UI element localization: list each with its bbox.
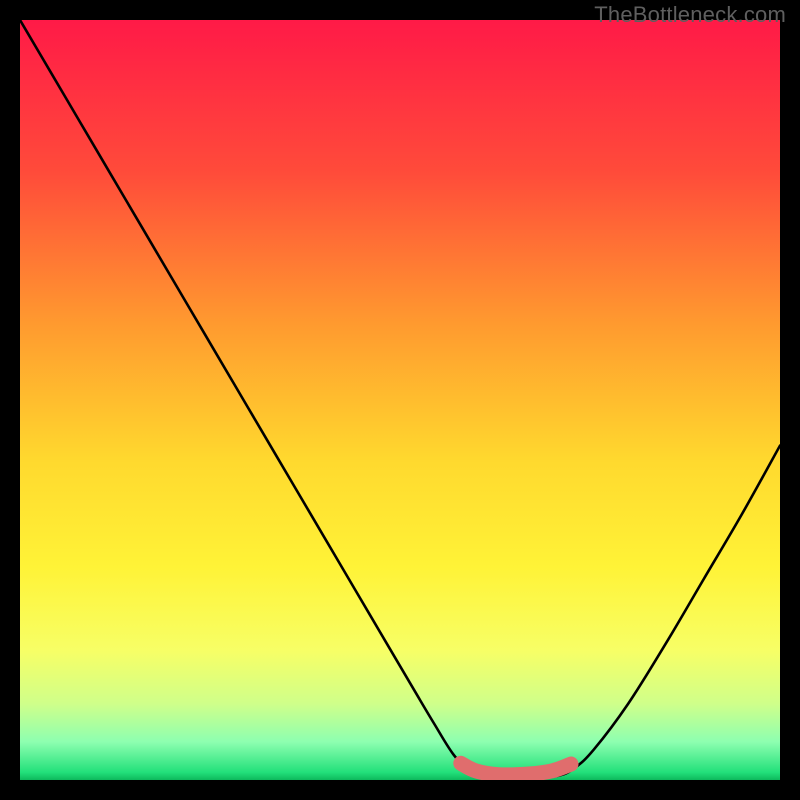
bottleneck-curve: [20, 20, 780, 779]
chart-frame: TheBottleneck.com: [0, 0, 800, 800]
curve-layer: [20, 20, 780, 780]
plot-area: [20, 20, 780, 780]
optimal-band-marker: [461, 763, 571, 775]
watermark-text: TheBottleneck.com: [594, 2, 786, 28]
